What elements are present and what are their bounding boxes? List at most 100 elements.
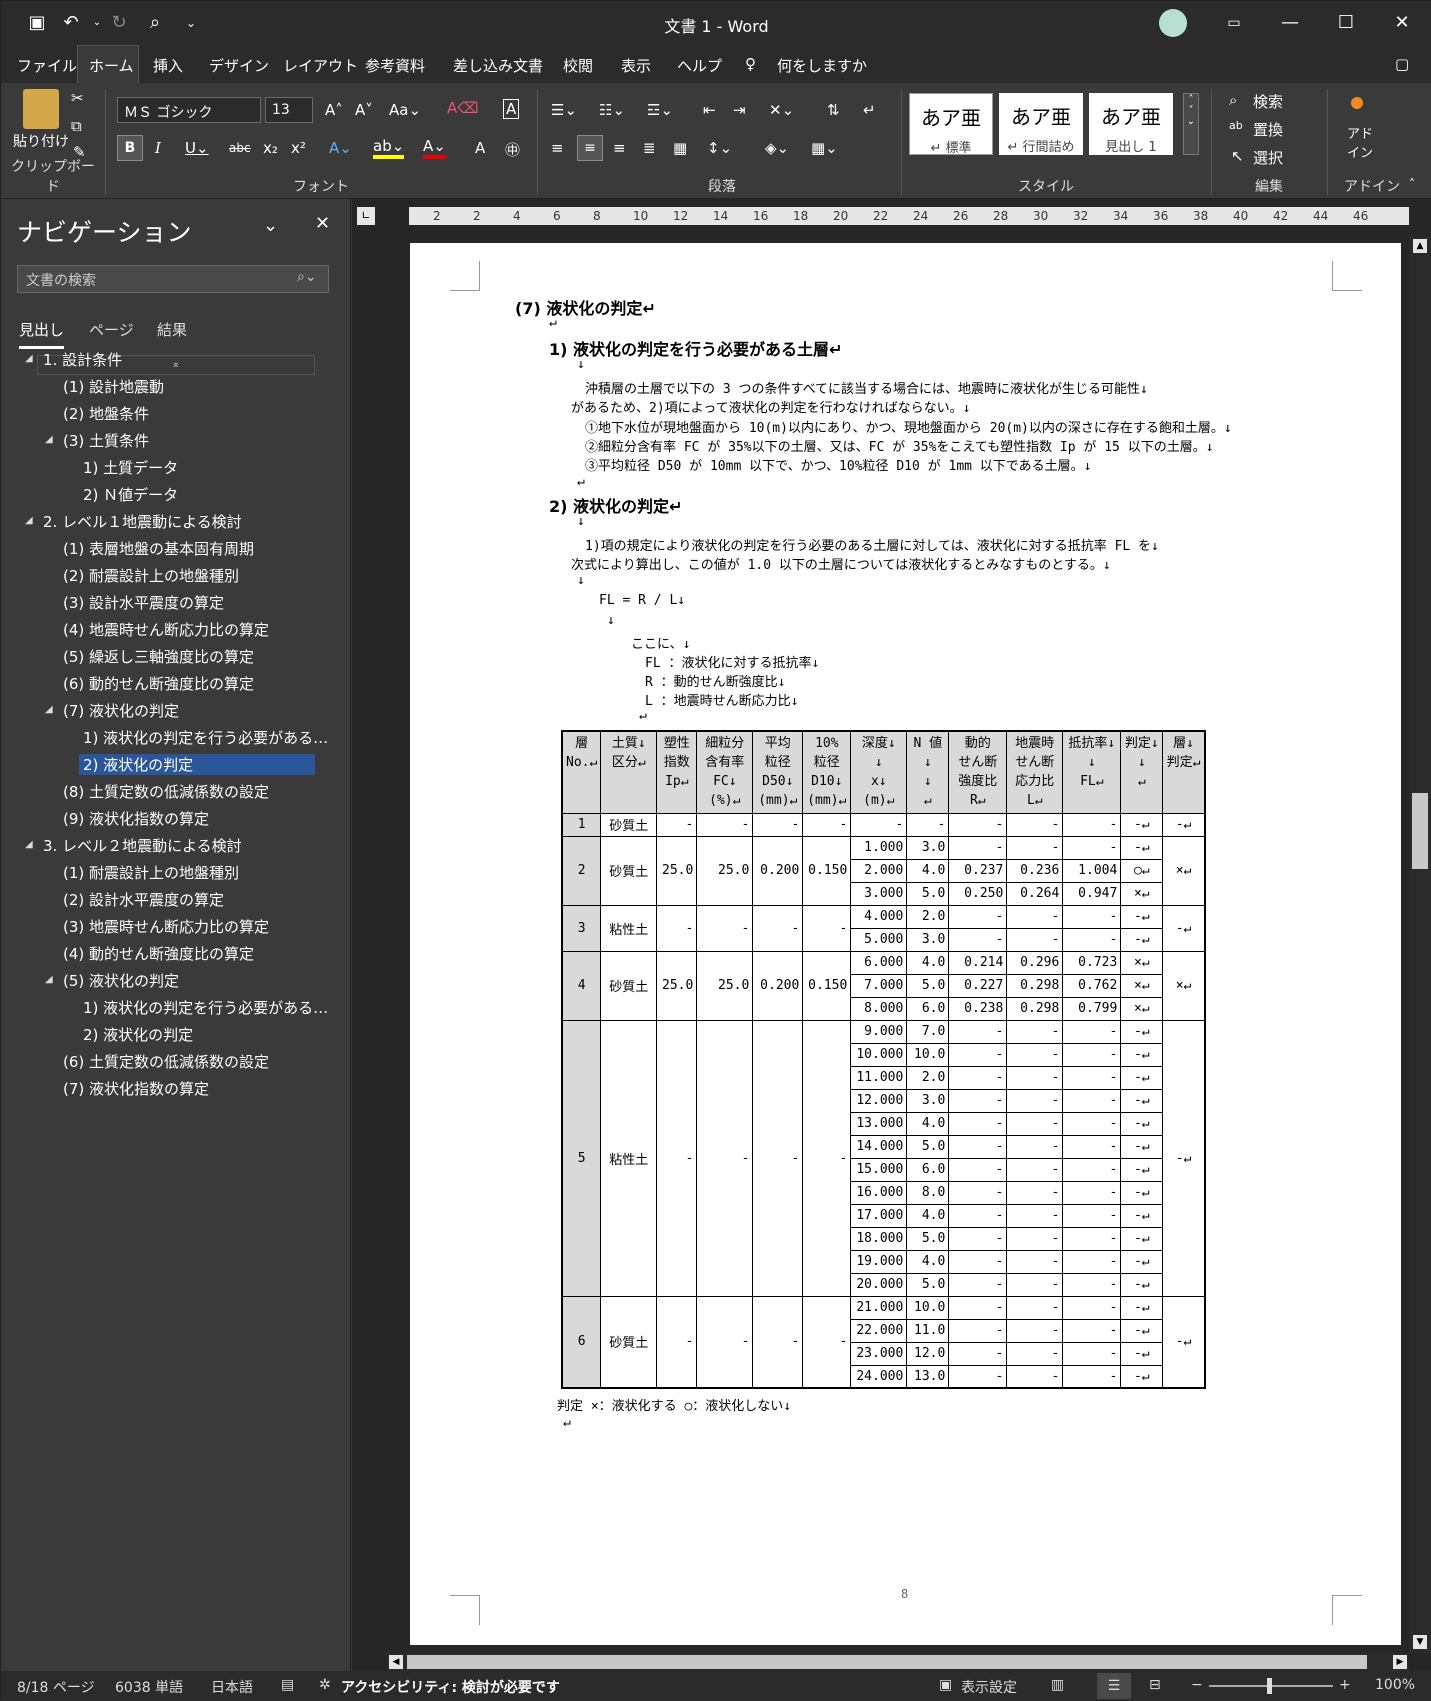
accessibility-status[interactable]: アクセシビリティ: 検討が必要です bbox=[341, 1677, 560, 1697]
replace-button[interactable]: 置換 bbox=[1253, 119, 1283, 140]
borders-icon[interactable]: ▦⌄ bbox=[811, 139, 838, 157]
addin-icon[interactable] bbox=[1351, 97, 1363, 109]
scroll-up-icon[interactable]: ▲ bbox=[1413, 239, 1427, 253]
comment-icon[interactable]: ▢ bbox=[1395, 55, 1409, 73]
tab-help[interactable]: ヘルプ bbox=[677, 55, 722, 76]
tab-selector[interactable]: ∟ bbox=[357, 207, 375, 225]
superscript-button[interactable]: x² bbox=[291, 139, 306, 157]
select-icon[interactable]: ↖ bbox=[1231, 147, 1244, 165]
bold-button[interactable]: B bbox=[117, 135, 143, 161]
multilevel-list-icon[interactable]: ☲⌄ bbox=[647, 101, 673, 119]
font-color-icon[interactable]: A⌄ bbox=[423, 137, 446, 159]
subscript-button[interactable]: x₂ bbox=[263, 139, 278, 157]
zoom-level[interactable]: 100% bbox=[1375, 1677, 1415, 1693]
replace-icon[interactable]: ab bbox=[1229, 119, 1243, 132]
shading-icon[interactable]: ◈⌄ bbox=[765, 139, 789, 157]
page-count[interactable]: 8/18 ページ bbox=[17, 1677, 95, 1697]
print-layout-icon[interactable]: ☰ bbox=[1097, 1673, 1131, 1699]
tab-review[interactable]: 校閲 bbox=[563, 55, 593, 76]
tab-layout[interactable]: レイアウト bbox=[283, 55, 358, 76]
read-mode-icon[interactable]: ▥ bbox=[1051, 1677, 1064, 1693]
tab-results[interactable]: 結果 bbox=[157, 319, 187, 340]
align-right-icon[interactable]: ≡ bbox=[613, 139, 626, 157]
maximize-icon[interactable]: ☐ bbox=[1323, 7, 1369, 39]
nav-heading-item[interactable]: (4) 地震時せん断応力比の算定 bbox=[63, 619, 269, 640]
nav-heading-item[interactable]: 3. レベル２地震動による検討 bbox=[43, 835, 242, 856]
nav-heading-item[interactable]: 1. 設計条件 bbox=[43, 349, 122, 370]
justify-icon[interactable]: ≣ bbox=[643, 139, 656, 157]
zoom-slider-thumb[interactable] bbox=[1267, 1678, 1272, 1694]
addin-button[interactable]: アド イン bbox=[1347, 123, 1373, 161]
tab-design[interactable]: デザイン bbox=[209, 55, 269, 76]
style-normal[interactable]: あア亜 ↵ 標準 bbox=[909, 93, 993, 156]
nav-heading-item[interactable]: 2) Ｎ値データ bbox=[83, 484, 178, 505]
horizontal-ruler[interactable]: 2 2 4 6 8 10 12 14 16 18 20 22 24 26 28 30 32 34 36 38 40 42 4… bbox=[409, 207, 1409, 225]
nav-heading-item[interactable]: (2) 地盤条件 bbox=[63, 403, 149, 424]
grow-font-icon[interactable]: A˄ bbox=[325, 101, 343, 119]
scroll-thumb[interactable] bbox=[1412, 793, 1428, 869]
nav-heading-item[interactable]: (8) 土質定数の低減係数の設定 bbox=[63, 781, 269, 802]
nav-heading-item[interactable]: (2) 設計水平震度の算定 bbox=[63, 889, 224, 910]
scroll-down-icon[interactable]: ▼ bbox=[1413, 1635, 1427, 1649]
nav-close-icon[interactable]: ✕ bbox=[315, 213, 330, 234]
tab-view[interactable]: 表示 bbox=[621, 55, 651, 76]
bullets-icon[interactable]: ☰⌄ bbox=[551, 101, 577, 119]
nav-heading-item[interactable]: (6) 土質定数の低減係数の設定 bbox=[63, 1051, 269, 1072]
nav-heading-item[interactable]: (4) 動的せん断強度比の算定 bbox=[63, 943, 254, 964]
display-settings[interactable]: 表示設定 bbox=[961, 1677, 1017, 1697]
font-size-select[interactable]: 13 bbox=[265, 97, 313, 123]
nav-heading-item[interactable]: (3) 土質条件 bbox=[63, 430, 149, 451]
align-left-icon[interactable]: ≡ bbox=[551, 139, 564, 157]
nav-heading-item[interactable]: (1) 表層地盤の基本固有周期 bbox=[63, 538, 254, 559]
decrease-indent-icon[interactable]: ⇤ bbox=[703, 101, 716, 119]
language[interactable]: 日本語 bbox=[211, 1677, 253, 1697]
expand-toggle-icon[interactable]: ◢ bbox=[25, 353, 33, 364]
nav-heading-item[interactable]: (5) 繰返し三軸強度比の算定 bbox=[63, 646, 254, 667]
nav-heading-item[interactable]: (3) 地震時せん断応力比の算定 bbox=[63, 916, 269, 937]
style-heading-1[interactable]: あア亜 見出し 1 bbox=[1089, 93, 1173, 155]
tab-pages[interactable]: ページ bbox=[89, 319, 134, 340]
nav-heading-item[interactable]: (6) 動的せん断強度比の算定 bbox=[63, 673, 254, 694]
nav-options-icon[interactable]: ⌄ bbox=[263, 215, 278, 236]
asian-layout-icon[interactable]: ✕⌄ bbox=[769, 101, 794, 119]
nav-heading-item[interactable]: 1) 液状化の判定を行う必要がある… bbox=[83, 727, 328, 748]
char-border-icon[interactable]: A bbox=[503, 99, 520, 119]
change-case-icon[interactable]: Aa⌄ bbox=[389, 101, 421, 119]
nav-heading-item[interactable]: (1) 設計地震動 bbox=[63, 376, 164, 397]
tab-headings[interactable]: 見出し bbox=[19, 319, 65, 349]
nav-heading-item[interactable]: (2) 耐震設計上の地盤種別 bbox=[63, 565, 239, 586]
hscroll-thumb[interactable] bbox=[407, 1655, 1367, 1669]
word-count[interactable]: 6038 単語 bbox=[115, 1677, 183, 1697]
focus-icon[interactable]: ▣ bbox=[939, 1677, 952, 1693]
increase-indent-icon[interactable]: ⇥ bbox=[733, 101, 746, 119]
underline-button[interactable]: U⌄ bbox=[185, 139, 209, 157]
tab-insert[interactable]: 挿入 bbox=[153, 55, 183, 76]
horizontal-scrollbar[interactable]: ◀ ▶ bbox=[387, 1653, 1409, 1671]
style-no-spacing[interactable]: あア亜 ↵ 行間詰め bbox=[999, 93, 1083, 155]
nav-heading-item[interactable]: (9) 液状化指数の算定 bbox=[63, 808, 209, 829]
vertical-scrollbar[interactable]: ▲ ▼ bbox=[1409, 237, 1431, 1653]
zoom-in-icon[interactable]: + bbox=[1339, 1677, 1351, 1693]
text-effects-icon[interactable]: A⌄ bbox=[329, 139, 352, 157]
nav-heading-item[interactable]: 1) 土質データ bbox=[83, 457, 178, 478]
styles-scroll[interactable]: ˄ ˅ ⌄ bbox=[1183, 93, 1199, 155]
numbering-icon[interactable]: ☷⌄ bbox=[599, 101, 625, 119]
shrink-font-icon[interactable]: A˅ bbox=[355, 101, 373, 119]
clear-format-icon[interactable]: A⌫ bbox=[447, 99, 478, 117]
align-center-icon[interactable]: ≡ bbox=[577, 135, 603, 161]
nav-heading-item[interactable]: (3) 設計水平震度の算定 bbox=[63, 592, 224, 613]
char-shading-icon[interactable]: A bbox=[475, 139, 485, 157]
select-button[interactable]: 選択 bbox=[1253, 147, 1283, 168]
sort-icon[interactable]: ⇅ bbox=[827, 101, 840, 119]
paste-icon[interactable] bbox=[23, 89, 59, 129]
accessibility-icon[interactable]: ✲ bbox=[319, 1677, 331, 1693]
web-layout-icon[interactable]: ⊟ bbox=[1149, 1677, 1161, 1693]
paste-button[interactable]: 貼り付け bbox=[13, 131, 69, 151]
enclose-char-icon[interactable]: ㊥ bbox=[505, 139, 520, 160]
font-name-select[interactable]: ＭＳ ゴシック bbox=[117, 97, 261, 123]
expand-toggle-icon[interactable]: ◢ bbox=[45, 974, 53, 985]
nav-heading-item[interactable]: (1) 耐震設計上の地盤種別 bbox=[63, 862, 239, 883]
expand-toggle-icon[interactable]: ◢ bbox=[25, 515, 33, 526]
nav-heading-item-selected[interactable]: 2) 液状化の判定 bbox=[79, 754, 315, 775]
nav-heading-item[interactable]: 1) 液状化の判定を行う必要がある… bbox=[83, 997, 328, 1018]
